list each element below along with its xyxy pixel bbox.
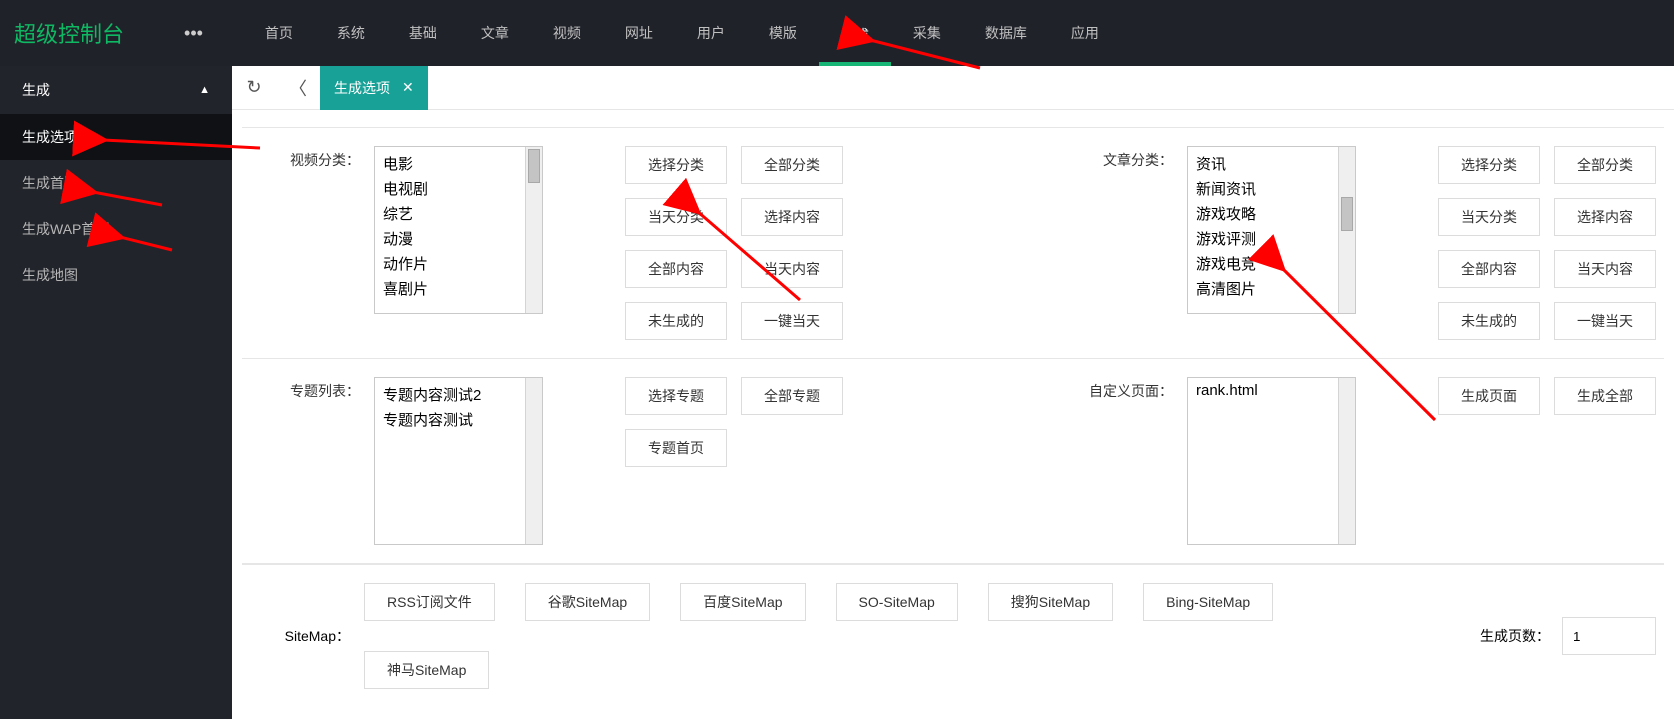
list-option[interactable]: 资讯 [1188, 151, 1355, 176]
close-icon[interactable]: ✕ [402, 79, 414, 96]
sitemap-label: SiteMap： [250, 626, 350, 646]
sidebar-item[interactable]: 生成WAP首页 [0, 206, 232, 252]
topnav-item[interactable]: 网址 [603, 0, 675, 66]
list-option[interactable]: 高清图片 [1188, 276, 1355, 301]
list-option[interactable]: 综艺 [375, 201, 542, 226]
action-button[interactable]: 专题首页 [625, 429, 727, 467]
sitemap-button[interactable]: 谷歌SiteMap [525, 583, 650, 621]
action-button[interactable]: 全部分类 [1554, 146, 1656, 184]
action-button[interactable]: 全部分类 [741, 146, 843, 184]
article-category-label: 文章分类： [1063, 146, 1173, 170]
action-button[interactable]: 全部专题 [741, 377, 843, 415]
topnav-item[interactable]: 首页 [243, 0, 315, 66]
back-icon[interactable]: 〈 [276, 66, 320, 110]
action-button[interactable]: 生成页面 [1438, 377, 1540, 415]
action-button[interactable]: 当天内容 [1554, 250, 1656, 288]
topnav-item[interactable]: 采集 [891, 0, 963, 66]
list-option[interactable]: 动漫 [375, 226, 542, 251]
tab-generate-options[interactable]: 生成选项 ✕ [320, 66, 428, 110]
video-category-list[interactable]: 电影电视剧综艺动漫动作片喜剧片 [375, 147, 542, 313]
pages-label: 生成页数： [1480, 626, 1550, 646]
action-button[interactable]: 生成全部 [1554, 377, 1656, 415]
action-button[interactable]: 选择分类 [625, 146, 727, 184]
list-option[interactable]: 游戏电竞 [1188, 251, 1355, 276]
topnav-item[interactable]: 系统 [315, 0, 387, 66]
topnav-item[interactable]: 基础 [387, 0, 459, 66]
logo: 超级控制台 [14, 17, 124, 49]
action-button[interactable]: 全部内容 [625, 250, 727, 288]
topnav-item[interactable]: 视频 [531, 0, 603, 66]
list-option[interactable]: 喜剧片 [375, 276, 542, 301]
custom-page-label: 自定义页面： [1063, 377, 1173, 401]
refresh-icon[interactable]: ↻ [232, 66, 276, 110]
tab-label: 生成选项 [334, 78, 390, 98]
sitemap-button[interactable]: 神马SiteMap [364, 651, 489, 689]
article-category-list[interactable]: 资讯新闻资讯游戏攻略游戏评测游戏电竞高清图片 [1188, 147, 1355, 313]
action-button[interactable]: 一键当天 [1554, 302, 1656, 340]
pages-input[interactable] [1562, 617, 1656, 655]
sidebar-group-label: 生成 [22, 80, 50, 100]
topnav-item[interactable]: 应用 [1049, 0, 1121, 66]
sitemap-button[interactable]: Bing-SiteMap [1143, 583, 1273, 621]
list-option[interactable]: 游戏攻略 [1188, 201, 1355, 226]
topnav-item[interactable]: 用户 [675, 0, 747, 66]
list-option[interactable]: 专题内容测试2 [375, 382, 542, 407]
list-option[interactable]: 新闻资讯 [1188, 176, 1355, 201]
custom-page-input[interactable] [1188, 378, 1355, 544]
scrollbar[interactable] [1338, 378, 1355, 544]
action-button[interactable]: 选择分类 [1438, 146, 1540, 184]
scrollbar[interactable] [1338, 147, 1355, 313]
video-category-label: 视频分类： [250, 146, 360, 170]
more-icon[interactable]: ••• [184, 23, 203, 44]
sitemap-button[interactable]: RSS订阅文件 [364, 583, 495, 621]
caret-up-icon: ▲ [199, 84, 210, 96]
topnav-item[interactable]: 模版 [747, 0, 819, 66]
scrollbar[interactable] [525, 378, 542, 544]
action-button[interactable]: 一键当天 [741, 302, 843, 340]
action-button[interactable]: 选择专题 [625, 377, 727, 415]
action-button[interactable]: 当天分类 [1438, 198, 1540, 236]
list-option[interactable]: 电影 [375, 151, 542, 176]
action-button[interactable]: 未生成的 [625, 302, 727, 340]
sitemap-button[interactable]: SO-SiteMap [836, 583, 958, 621]
action-button[interactable]: 选择内容 [1554, 198, 1656, 236]
topnav-item[interactable]: 文章 [459, 0, 531, 66]
topnav-item[interactable]: 生成 [819, 0, 891, 66]
scrollbar[interactable] [525, 147, 542, 313]
action-button[interactable]: 当天分类 [625, 198, 727, 236]
action-button[interactable]: 未生成的 [1438, 302, 1540, 340]
sidebar-group[interactable]: 生成 ▲ [0, 66, 232, 114]
sidebar-item[interactable]: 生成选项 [0, 114, 232, 160]
sidebar-item[interactable]: 生成首页 [0, 160, 232, 206]
topic-list-label: 专题列表： [250, 377, 360, 401]
sidebar-item[interactable]: 生成地图 [0, 252, 232, 298]
topic-list[interactable]: 专题内容测试2专题内容测试 [375, 378, 542, 548]
sitemap-button[interactable]: 搜狗SiteMap [988, 583, 1113, 621]
topnav-item[interactable]: 数据库 [963, 0, 1049, 66]
action-button[interactable]: 全部内容 [1438, 250, 1540, 288]
action-button[interactable]: 选择内容 [741, 198, 843, 236]
sitemap-button[interactable]: 百度SiteMap [680, 583, 805, 621]
list-option[interactable]: 电视剧 [375, 176, 542, 201]
list-option[interactable]: 游戏评测 [1188, 226, 1355, 251]
list-option[interactable]: 动作片 [375, 251, 542, 276]
list-option[interactable]: 专题内容测试 [375, 407, 542, 432]
action-button[interactable]: 当天内容 [741, 250, 843, 288]
